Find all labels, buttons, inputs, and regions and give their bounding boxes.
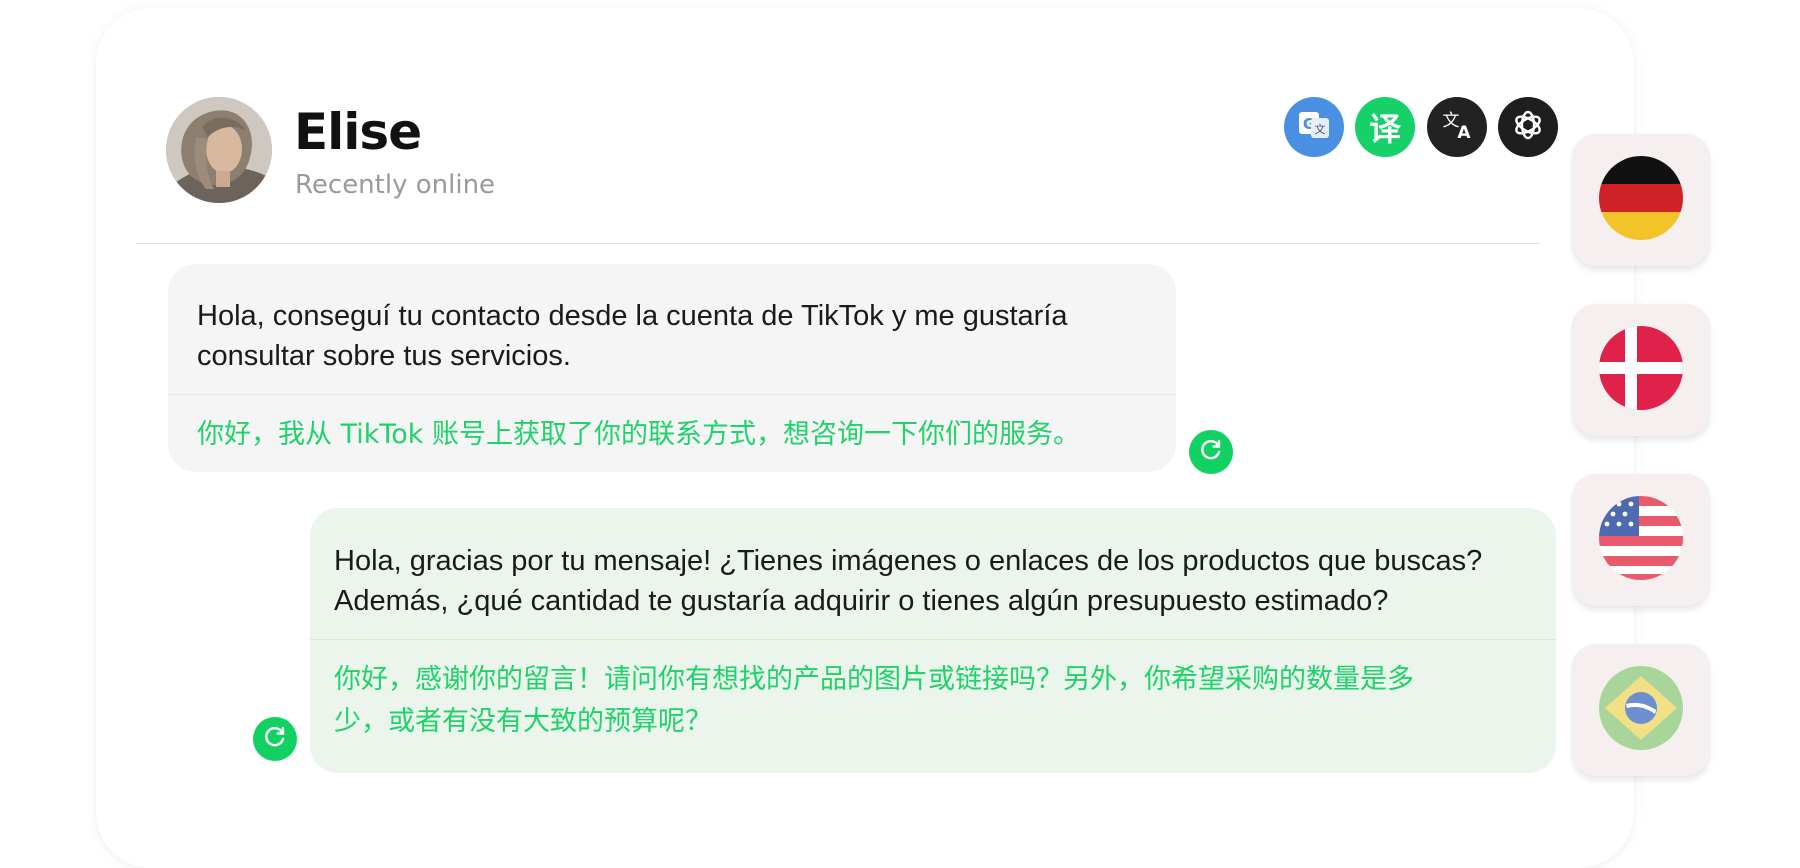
- language-option-portuguese[interactable]: [1572, 644, 1710, 776]
- translation-divider: [310, 639, 1556, 640]
- svg-text:文: 文: [1315, 122, 1326, 136]
- brazil-flag-icon: [1599, 666, 1683, 754]
- contact-name: Elise: [294, 103, 422, 161]
- message-translation-text: 你好，感谢你的留言！请问你有想找的产品的图片或链接吗？另外，你希望采购的数量是多…: [334, 664, 1414, 737]
- avatar[interactable]: [166, 97, 272, 203]
- retranslate-button[interactable]: [253, 717, 297, 761]
- google-translate-icon: G 文: [1297, 110, 1331, 144]
- incoming-message-bubble: Hola, conseguí tu contacto desde la cuen…: [168, 264, 1176, 472]
- translation-divider: [168, 394, 1176, 395]
- language-option-german[interactable]: [1572, 134, 1710, 266]
- openai-button[interactable]: [1498, 97, 1558, 157]
- chinese-translate-icon: 译: [1368, 110, 1401, 148]
- translate-icon: 文 A: [1439, 108, 1475, 146]
- denmark-flag-icon: [1599, 326, 1683, 414]
- outgoing-message-bubble: Hola, gracias por tu mensaje! ¿Tienes im…: [310, 508, 1556, 773]
- svg-text:A: A: [1457, 123, 1471, 142]
- message-translation-text: 你好，我从 TikTok 账号上获取了你的联系方式，想咨询一下你们的服务。: [197, 419, 1081, 450]
- language-option-danish[interactable]: [1572, 304, 1710, 436]
- openai-icon: [1510, 107, 1546, 147]
- translate-button[interactable]: 文 A: [1427, 97, 1487, 157]
- header-divider: [136, 243, 1540, 244]
- message-original-text: Hola, conseguí tu contacto desde la cuen…: [197, 300, 1068, 372]
- contact-status: Recently online: [295, 170, 496, 200]
- google-translate-button[interactable]: G 文: [1284, 97, 1344, 157]
- usa-flag-icon: [1599, 496, 1683, 584]
- language-option-english[interactable]: [1572, 474, 1710, 606]
- retranslate-button[interactable]: [1189, 430, 1233, 474]
- refresh-icon: [262, 724, 288, 754]
- message-original-text: Hola, gracias por tu mensaje! ¿Tienes im…: [334, 545, 1483, 617]
- chinese-translate-button[interactable]: 译: [1355, 97, 1415, 157]
- germany-flag-icon: [1599, 156, 1683, 244]
- refresh-icon: [1198, 437, 1224, 467]
